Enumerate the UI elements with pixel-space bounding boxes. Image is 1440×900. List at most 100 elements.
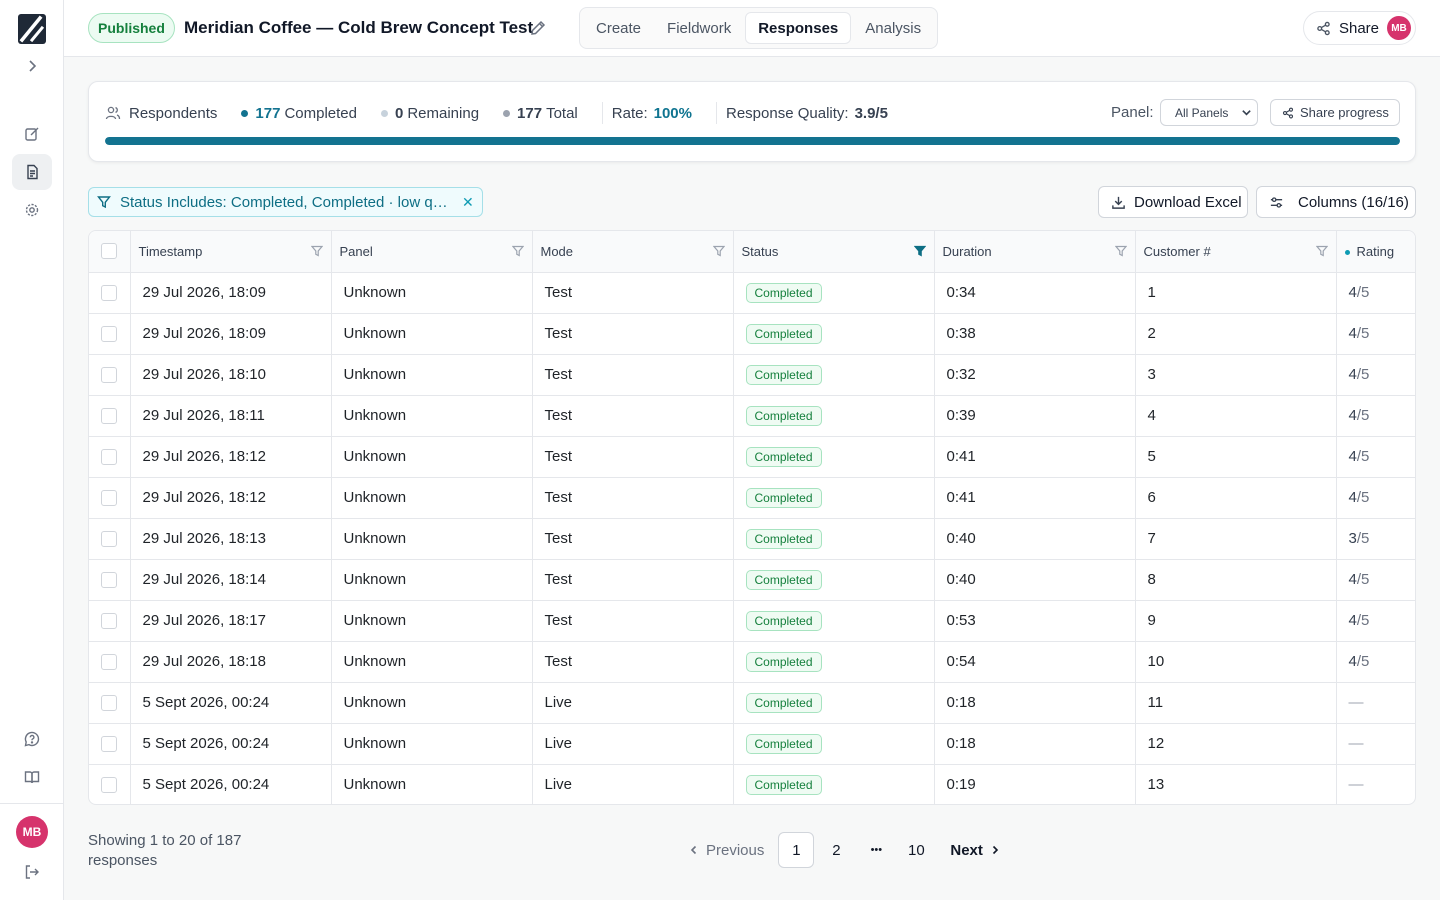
cell-status: Completed	[733, 682, 935, 724]
cell-panel: Unknown	[331, 436, 533, 478]
row-checkbox[interactable]	[101, 612, 118, 629]
panel-select[interactable]: All Panels	[1160, 99, 1258, 126]
cell-rating: 4/5	[1336, 641, 1415, 683]
table-row[interactable]: 29 Jul 2026, 18:17 Unknown Test Complete…	[89, 600, 1415, 642]
table-row[interactable]: 29 Jul 2026, 18:09 Unknown Test Complete…	[89, 313, 1415, 355]
row-select-cell	[89, 477, 131, 519]
download-excel-button[interactable]: Download Excel	[1098, 186, 1248, 218]
cell-mode: Live	[532, 723, 734, 765]
row-checkbox[interactable]	[101, 325, 118, 342]
table-row[interactable]: 5 Sept 2026, 00:24 Unknown Live Complete…	[89, 723, 1415, 765]
completed-stat: 177 Completed	[241, 105, 357, 122]
row-checkbox[interactable]	[101, 284, 118, 301]
cell-mode: Test	[532, 395, 734, 437]
page-1-button[interactable]: 1	[778, 832, 815, 868]
logo-icon[interactable]	[18, 14, 46, 44]
table-row[interactable]: 29 Jul 2026, 18:12 Unknown Test Complete…	[89, 436, 1415, 478]
table-row[interactable]: 5 Sept 2026, 00:24 Unknown Live Complete…	[89, 764, 1415, 804]
filter-icon[interactable]	[712, 245, 725, 257]
tab-create[interactable]: Create	[584, 12, 653, 44]
table-row[interactable]: 29 Jul 2026, 18:14 Unknown Test Complete…	[89, 559, 1415, 601]
total-dot	[503, 109, 511, 117]
close-icon[interactable]: ✕	[462, 194, 474, 211]
row-checkbox[interactable]	[101, 653, 118, 670]
cell-mode: Test	[532, 436, 734, 478]
row-checkbox[interactable]	[101, 571, 118, 588]
row-checkbox[interactable]	[101, 776, 118, 793]
table-row[interactable]: 5 Sept 2026, 00:24 Unknown Live Complete…	[89, 682, 1415, 724]
page-10-button[interactable]: 10	[898, 832, 934, 868]
progress-stats: Respondents 177 Completed 0 Remaining 177 T…	[105, 102, 916, 124]
table-row[interactable]: 29 Jul 2026, 18:12 Unknown Test Complete…	[89, 477, 1415, 519]
row-checkbox[interactable]	[101, 448, 118, 465]
cell-panel: Unknown	[331, 682, 533, 724]
row-checkbox[interactable]	[101, 407, 118, 424]
cell-mode: Test	[532, 518, 734, 560]
share-button[interactable]: Share MB	[1303, 11, 1416, 45]
page-2-button[interactable]: 2	[818, 832, 854, 868]
column-header-customer[interactable]: Customer #	[1135, 231, 1337, 273]
rate-stat: Rate: 100%	[611, 104, 692, 122]
row-checkbox[interactable]	[101, 694, 118, 711]
gear-icon[interactable]	[12, 192, 52, 228]
row-checkbox[interactable]	[101, 530, 118, 547]
row-select-cell	[89, 723, 131, 765]
tab-analysis[interactable]: Analysis	[853, 12, 933, 44]
status-badge: Completed	[745, 651, 822, 672]
column-header-timestamp[interactable]: Timestamp	[130, 231, 332, 273]
document-icon[interactable]	[12, 154, 52, 190]
logout-icon[interactable]	[12, 854, 52, 890]
rating-dot	[1344, 249, 1350, 255]
cell-customer: 3	[1135, 354, 1337, 396]
sidebar-divider	[0, 803, 64, 804]
avatar[interactable]: MB	[16, 816, 48, 848]
columns-button[interactable]: Columns (16/16)	[1256, 186, 1416, 218]
download-icon	[1112, 196, 1125, 209]
edit-icon[interactable]	[12, 116, 52, 152]
row-checkbox[interactable]	[101, 735, 118, 752]
column-header-duration[interactable]: Duration	[934, 231, 1136, 273]
filter-active-icon[interactable]	[913, 245, 926, 257]
table-row[interactable]: 29 Jul 2026, 18:18 Unknown Test Complete…	[89, 641, 1415, 683]
cell-rating: 4/5	[1336, 272, 1415, 314]
status-filter-chip[interactable]: Status Includes: Completed, Completed · …	[88, 187, 483, 217]
help-icon[interactable]	[12, 721, 52, 757]
filter-icon[interactable]	[310, 245, 323, 257]
column-header-mode[interactable]: Mode	[532, 231, 734, 273]
filter-icon[interactable]	[511, 245, 524, 257]
page-title: Meridian Coffee — Cold Brew Concept Test	[184, 18, 534, 37]
column-header-rating[interactable]: Rating	[1336, 231, 1415, 273]
share-label: Share	[1338, 19, 1380, 37]
chevron-right-icon[interactable]	[12, 48, 52, 84]
tab-responses[interactable]: Responses	[745, 12, 852, 44]
cell-customer: 6	[1135, 477, 1337, 519]
table-row[interactable]: 29 Jul 2026, 18:13 Unknown Test Complete…	[89, 518, 1415, 560]
cell-timestamp: 29 Jul 2026, 18:10	[130, 354, 332, 396]
filter-icon[interactable]	[1315, 245, 1328, 257]
pencil-icon[interactable]	[529, 19, 547, 37]
cell-customer: 8	[1135, 559, 1337, 601]
table-row[interactable]: 29 Jul 2026, 18:11 Unknown Test Complete…	[89, 395, 1415, 437]
row-checkbox[interactable]	[101, 366, 118, 383]
cell-timestamp: 29 Jul 2026, 18:17	[130, 600, 332, 642]
cell-duration: 0:53	[934, 600, 1136, 642]
book-icon[interactable]	[12, 759, 52, 795]
select-all-checkbox[interactable]	[101, 243, 118, 260]
share-progress-button[interactable]: Share progress	[1270, 99, 1400, 126]
column-header-panel[interactable]: Panel	[331, 231, 533, 273]
column-header-status[interactable]: Status	[733, 231, 935, 273]
cell-panel: Unknown	[331, 600, 533, 642]
table-row[interactable]: 29 Jul 2026, 18:10 Unknown Test Complete…	[89, 354, 1415, 396]
tab-fieldwork[interactable]: Fieldwork	[655, 12, 743, 44]
next-page-button[interactable]: Next	[950, 832, 1001, 868]
cell-panel: Unknown	[331, 477, 533, 519]
table-row[interactable]: 29 Jul 2026, 18:09 Unknown Test Complete…	[89, 272, 1415, 314]
cell-panel: Unknown	[331, 272, 533, 314]
cell-timestamp: 29 Jul 2026, 18:09	[130, 313, 332, 355]
row-select-cell	[89, 272, 131, 314]
row-checkbox[interactable]	[101, 489, 118, 506]
filter-icon[interactable]	[1114, 245, 1127, 257]
share-icon	[1317, 21, 1330, 35]
previous-page-button[interactable]: Previous	[688, 832, 764, 868]
row-select-cell	[89, 395, 131, 437]
